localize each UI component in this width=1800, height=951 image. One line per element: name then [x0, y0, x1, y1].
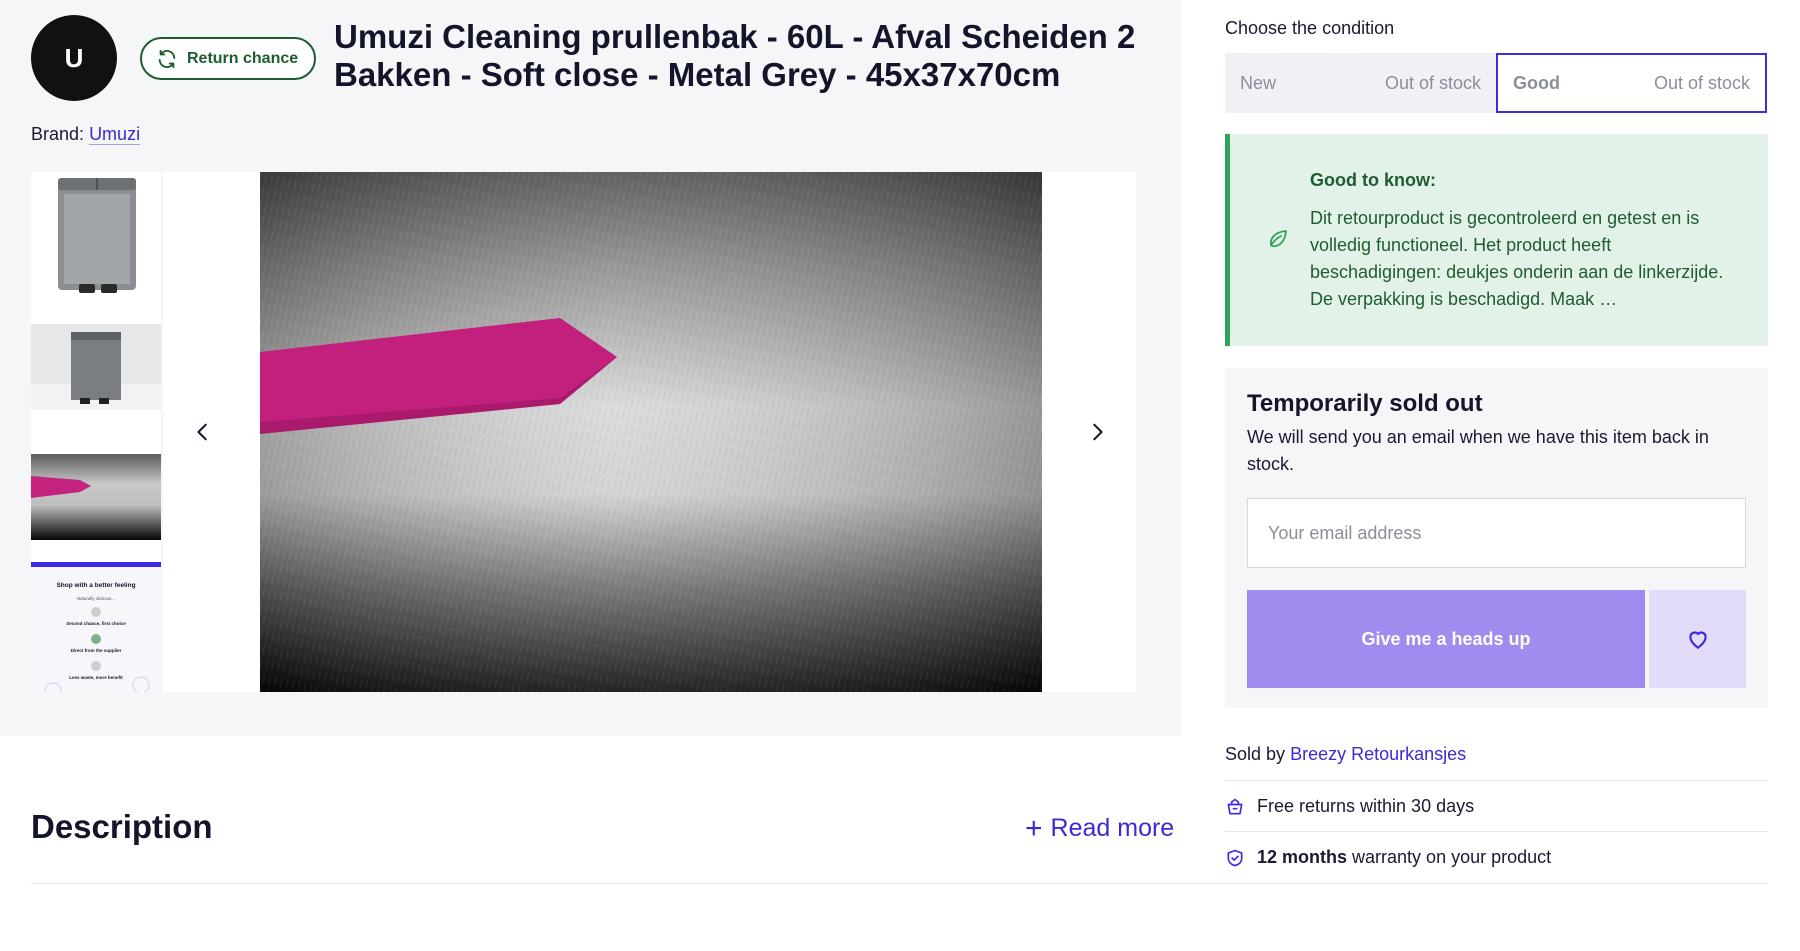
chevron-right-icon [1093, 423, 1103, 441]
warranty-duration: 12 months [1257, 847, 1348, 867]
metal-surface-closeup-image [260, 172, 1042, 692]
brand-line: Brand: Umuzi [31, 124, 141, 145]
previous-image-button[interactable] [183, 412, 223, 452]
condition-option-good[interactable]: Good Out of stock [1496, 53, 1767, 113]
promo-item-3: Less waste, more benefit [69, 675, 123, 680]
shield-check-icon [1227, 849, 1243, 866]
promo-sub: Naturally obvious... [77, 596, 115, 601]
thumbnail-list: Shop with a better feeling Naturally obv… [31, 172, 161, 692]
condition-name: New [1240, 72, 1277, 93]
leaf-icon [1269, 230, 1287, 248]
condition-label: Choose the condition [1225, 18, 1395, 38]
heads-up-button[interactable]: Give me a heads up [1247, 590, 1645, 688]
condition-status: Out of stock [1384, 72, 1481, 93]
sold-by-prefix: Sold by [1225, 744, 1286, 764]
metal-closeup-thumb-image [31, 432, 161, 562]
divider [1225, 780, 1768, 781]
read-more-label: Read more [1050, 814, 1175, 842]
brand-prefix: Brand: [31, 124, 85, 144]
wishlist-button[interactable] [1649, 590, 1746, 688]
warranty-rest: warranty on your product [1347, 847, 1552, 867]
good-to-know-box: Good to know: Dit retourproduct is gecon… [1225, 134, 1768, 346]
info-text: Dit retourproduct is gecontroleerd en ge… [1310, 208, 1724, 309]
sold-out-box: Temporarily sold out We will send you an… [1225, 368, 1768, 708]
return-chance-badge: Return chance [140, 37, 317, 80]
email-input[interactable] [1247, 498, 1746, 568]
brand-link[interactable]: Umuzi [89, 124, 141, 145]
condition-status: Out of stock [1653, 72, 1750, 93]
product-hero: U Return chance Umuzi Cleaning prullenba… [0, 0, 1181, 736]
warranty: 12 months warranty on your product [1225, 847, 1551, 868]
description-heading: Description [31, 808, 213, 845]
trash-bin-front-image [31, 172, 161, 302]
sold-out-text: We will send you an email when we have t… [1247, 427, 1709, 474]
brand-logo-letter: U [64, 42, 84, 73]
free-returns: Free returns within 30 days [1225, 796, 1474, 817]
heart-icon [1688, 631, 1707, 649]
chevron-left-icon [197, 423, 207, 441]
promo-item-1: Second chance, first choice [66, 621, 126, 626]
refresh-icon [158, 49, 176, 68]
promo-heading: Shop with a better feeling [56, 582, 135, 589]
product-title: Umuzi Cleaning prullenbak - 60L - Afval … [334, 18, 1136, 93]
main-product-image[interactable] [260, 172, 1042, 692]
return-box-icon [1227, 798, 1243, 814]
brand-logo[interactable]: U [31, 15, 117, 101]
condition-name: Good [1513, 72, 1560, 93]
condition-option-new[interactable]: New Out of stock [1225, 53, 1496, 113]
sold-out-title: Temporarily sold out [1247, 390, 1483, 417]
sold-by: Sold by Breezy Retourkansjes [1225, 744, 1466, 765]
plus-icon: + [1025, 812, 1043, 845]
image-viewer [163, 172, 1136, 692]
free-returns-text: Free returns within 30 days [1257, 796, 1475, 816]
thumbnail-4[interactable]: Shop with a better feeling Naturally obv… [31, 562, 161, 692]
thumbnail-2[interactable] [31, 302, 161, 432]
description-divider [31, 883, 1768, 884]
trash-bin-side-image [31, 302, 161, 432]
thumbnail-1[interactable] [31, 172, 161, 302]
next-image-button[interactable] [1077, 412, 1117, 452]
read-more-button[interactable]: + Read more [1025, 812, 1175, 845]
promo-item-2: Direct from the supplier [71, 648, 122, 653]
condition-selector: New Out of stock Good Out of stock [1225, 53, 1768, 113]
return-chance-label: Return chance [187, 49, 299, 67]
promo-thumb-image: Shop with a better feeling Naturally obv… [31, 567, 161, 692]
thumbnail-3[interactable] [31, 432, 161, 562]
info-title: Good to know: [1310, 170, 1436, 190]
warranty-text: 12 months warranty on your product [1257, 847, 1551, 868]
seller-link[interactable]: Breezy Retourkansjes [1290, 744, 1466, 764]
divider [1225, 831, 1768, 832]
